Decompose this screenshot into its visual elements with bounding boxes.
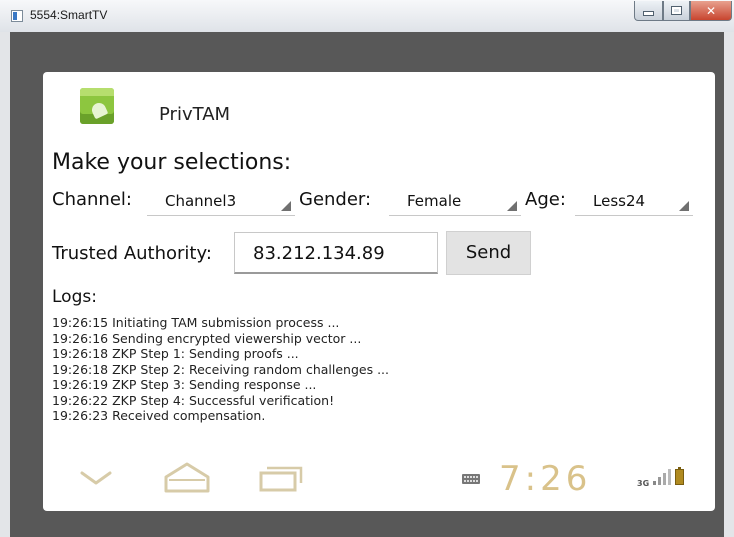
channel-label: Channel: (52, 189, 132, 210)
emulator-window: 5554:SmartTV ✕ PrivTAM Make your selecti… (0, 0, 734, 537)
trusted-authority-label: Trusted Authority: (52, 243, 212, 264)
device-screen: PrivTAM Make your selections: Channel: C… (43, 72, 715, 511)
log-list: 19:26:15 Initiating TAM submission proce… (52, 315, 612, 424)
logs-label: Logs: (52, 287, 97, 307)
log-line: 19:26:15 Initiating TAM submission proce… (52, 315, 340, 330)
channel-value: Channel3 (165, 192, 237, 210)
window-border-left (0, 32, 10, 537)
maximize-icon (671, 6, 682, 15)
close-button[interactable]: ✕ (690, 1, 732, 21)
dropdown-arrow-icon (281, 201, 291, 211)
channel-spinner[interactable]: Channel3 (147, 186, 295, 216)
trusted-authority-input[interactable]: 83.212.134.89 (234, 232, 438, 274)
selections-heading: Make your selections: (52, 150, 292, 175)
log-line: 19:26:23 Received compensation. (52, 408, 266, 423)
back-icon[interactable] (79, 467, 113, 489)
window-border-right (724, 32, 734, 537)
minimize-icon (643, 11, 654, 16)
age-spinner[interactable]: Less24 (575, 186, 693, 216)
log-line: 19:26:18 ZKP Step 1: Sending proofs ... (52, 346, 299, 361)
app-icon (80, 88, 114, 124)
keyboard-icon (462, 474, 480, 484)
log-line: 19:26:19 ZKP Step 3: Sending response ..… (52, 377, 317, 392)
gender-value: Female (407, 192, 462, 210)
gender-label: Gender: (299, 189, 372, 210)
home-icon[interactable] (162, 460, 212, 494)
signal-icon (653, 469, 671, 485)
log-line: 19:26:16 Sending encrypted viewership ve… (52, 330, 362, 346)
window-title: 5554:SmartTV (30, 8, 108, 22)
minimize-button[interactable] (634, 1, 663, 21)
log-line: 19:26:18 ZKP Step 2: Receiving random ch… (52, 361, 390, 377)
battery-icon (675, 467, 684, 485)
log-line: 19:26:22 ZKP Step 4: Successful verifica… (52, 392, 335, 408)
window-app-icon[interactable] (11, 10, 23, 22)
age-value: Less24 (593, 192, 646, 210)
dropdown-arrow-icon (679, 201, 689, 211)
send-button[interactable]: Send (446, 231, 531, 275)
dropdown-arrow-icon (507, 201, 517, 211)
title-bar[interactable]: 5554:SmartTV ✕ (0, 0, 734, 33)
gender-spinner[interactable]: Female (389, 186, 521, 216)
recent-apps-icon[interactable] (257, 463, 305, 493)
network-type: 3G (637, 479, 650, 488)
maximize-button[interactable] (663, 1, 690, 21)
navigation-bar: 7:26 3G (43, 457, 715, 511)
app-title: PrivTAM (159, 104, 231, 125)
close-icon: ✕ (705, 3, 717, 18)
age-label: Age: (525, 189, 566, 210)
status-clock: 7:26 (499, 459, 592, 499)
